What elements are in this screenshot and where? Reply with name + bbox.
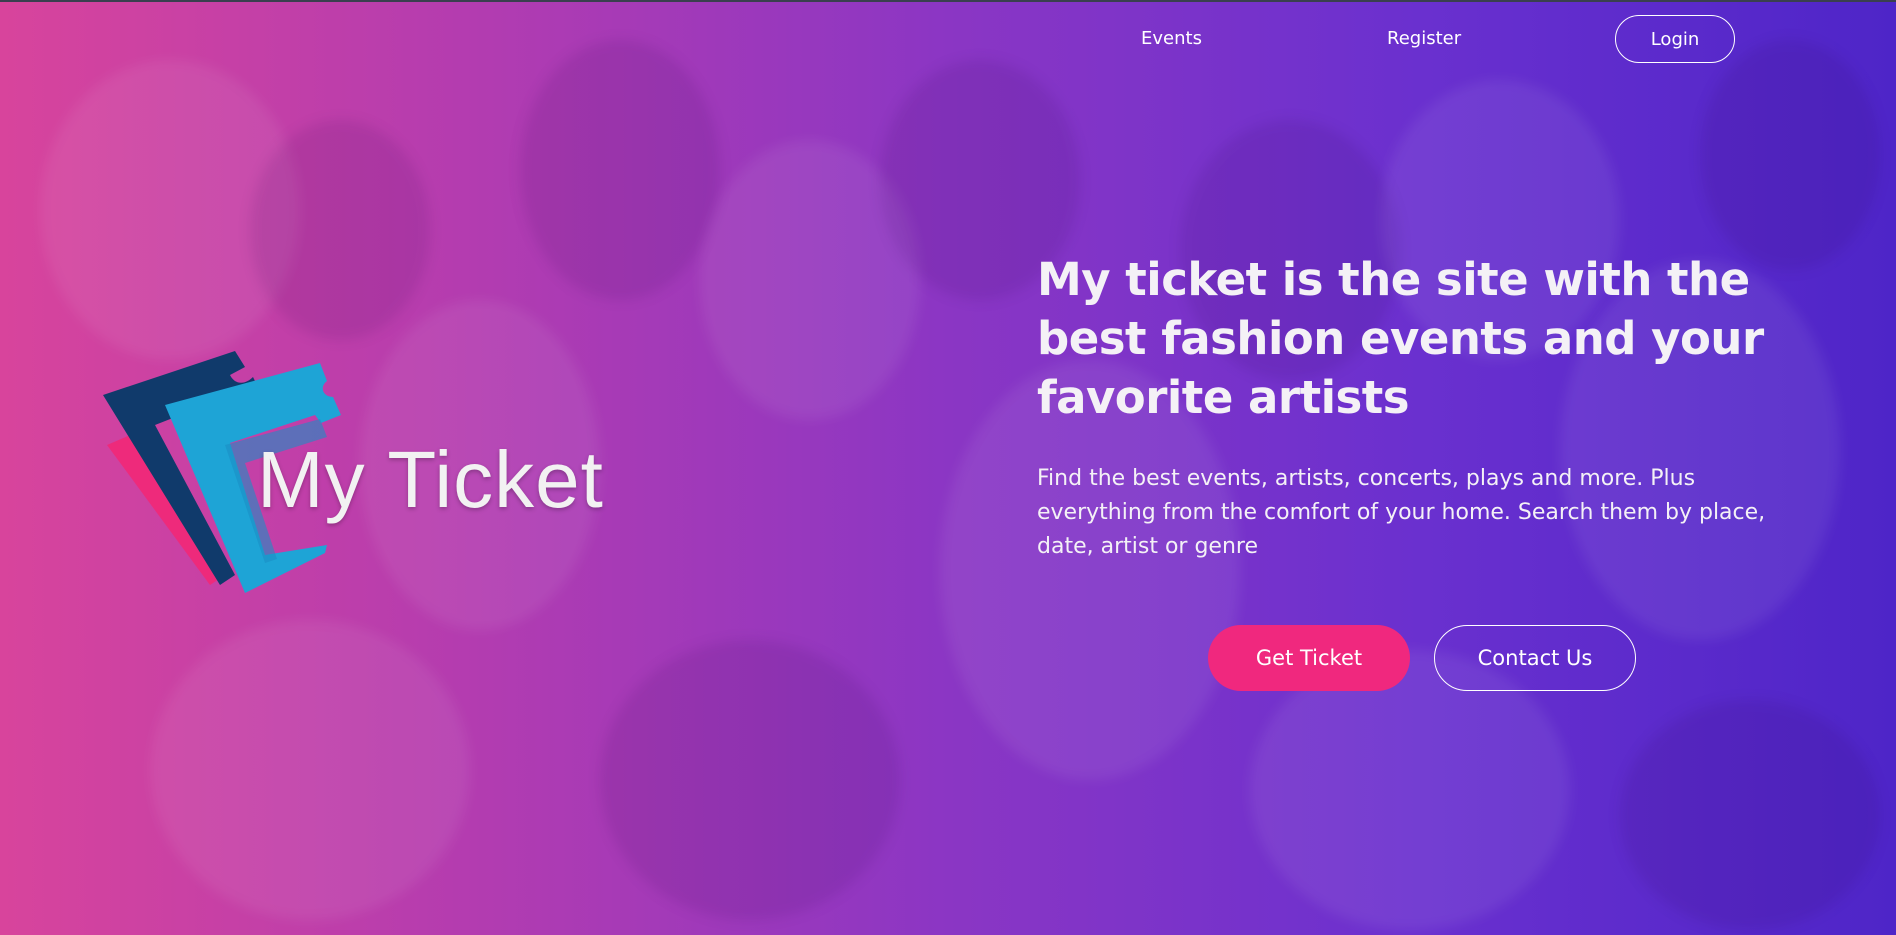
logo-text: My Ticket: [257, 435, 604, 524]
get-ticket-button[interactable]: Get Ticket: [1208, 625, 1410, 691]
nav-register-link[interactable]: Register: [1387, 28, 1461, 49]
contact-us-button[interactable]: Contact Us: [1434, 625, 1636, 691]
login-button[interactable]: Login: [1615, 15, 1735, 63]
nav-events-link[interactable]: Events: [1141, 28, 1202, 49]
hero-title: My ticket is the site with the best fash…: [1037, 253, 1764, 424]
hero-description: Find the best events, artists, concerts,…: [1037, 466, 1766, 559]
